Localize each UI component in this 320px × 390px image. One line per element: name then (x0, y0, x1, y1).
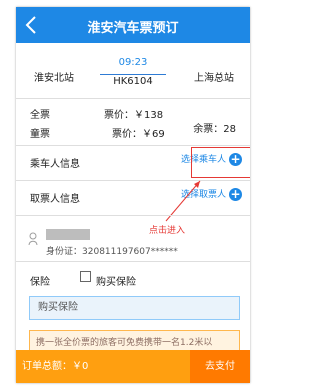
annotation-arrow (165, 180, 201, 222)
remaining-tickets: 余票：28 (193, 124, 236, 135)
phone-screen: 淮安汽车票预订 淮安北站 09:23 HK6104 上海总站 全票 票价：￥13… (16, 7, 250, 383)
order-total: 订单总额：￥0 (16, 350, 190, 383)
full-fare-price: 票价：￥138 (104, 110, 164, 121)
passenger-id-row: 身份证：320811197607****** (46, 244, 178, 257)
id-label: 身份证： (46, 247, 83, 257)
arrival-station: 上海总站 (194, 73, 234, 84)
ticket-taker-label: 取票人信息 (30, 194, 80, 205)
annotation-text: 点击进入 (149, 226, 186, 236)
divider (16, 215, 250, 216)
child-fare-label: 童票 (30, 129, 50, 140)
buy-insurance-field[interactable]: 购买保险 (29, 296, 240, 320)
id-value: 320811197607****** (82, 247, 178, 257)
insurance-label: 保险 (30, 277, 50, 288)
divider (16, 98, 250, 99)
passenger-name-redacted (46, 229, 90, 240)
route-line (100, 74, 166, 75)
insurance-checkbox-label: 购买保险 (96, 277, 136, 288)
full-fare-label: 全票 (30, 110, 50, 121)
insurance-checkbox[interactable] (80, 271, 91, 282)
departure-time: 09:23 (118, 57, 148, 68)
trip-summary: 淮安北站 09:23 HK6104 上海总站 (16, 43, 250, 99)
child-fare-price: 票价：￥69 (112, 129, 165, 140)
pay-button[interactable]: 去支付 (190, 350, 250, 383)
page-title: 淮安汽车票预订 (87, 21, 179, 36)
person-icon (28, 232, 38, 246)
highlight-box (191, 147, 250, 178)
divider (16, 261, 250, 262)
divider (16, 145, 250, 146)
header-bar: 淮安汽车票预订 (16, 7, 250, 43)
passenger-info-label: 乘车人信息 (30, 159, 80, 170)
footer-bar: 订单总额：￥0 去支付 (16, 350, 250, 383)
